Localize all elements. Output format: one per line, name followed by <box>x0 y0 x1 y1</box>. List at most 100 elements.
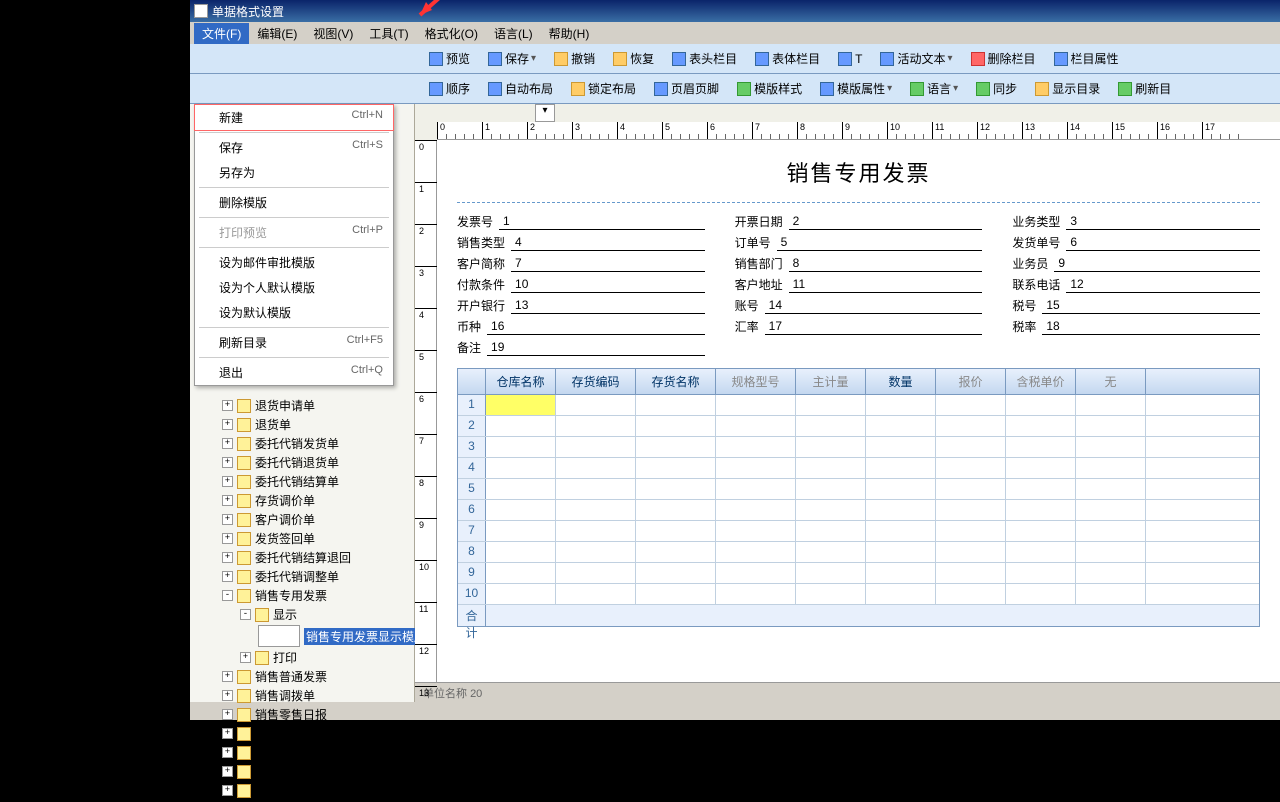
table-cell[interactable] <box>716 458 796 478</box>
tree-node[interactable]: +代垫费用单 <box>192 724 412 743</box>
table-cell[interactable] <box>486 542 556 562</box>
toolbar-btn[interactable]: 活动文本▾ <box>873 47 959 70</box>
table-cell[interactable] <box>1076 521 1146 541</box>
tree-node[interactable]: +退货单 <box>192 415 412 434</box>
form-field[interactable]: 发票号1 <box>457 213 705 230</box>
form-field[interactable]: 税号15 <box>1012 297 1260 314</box>
table-cell[interactable] <box>486 584 556 604</box>
field-value[interactable]: 4 <box>511 235 705 251</box>
table-cell[interactable] <box>1076 416 1146 436</box>
toolbar-btn[interactable]: 模版属性▾ <box>813 77 899 100</box>
tree-expander[interactable]: + <box>222 495 233 506</box>
toolbar-btn[interactable]: 删除栏目 <box>964 47 1043 70</box>
table-cell[interactable] <box>866 437 936 457</box>
table-cell[interactable] <box>556 521 636 541</box>
table-cell[interactable] <box>866 395 936 415</box>
table-row[interactable]: 1 <box>458 395 1259 416</box>
table-row[interactable]: 6 <box>458 500 1259 521</box>
toolbar-btn[interactable]: 锁定布局 <box>564 77 643 100</box>
tree-node[interactable]: +委托代销结算退回 <box>192 548 412 567</box>
column-header[interactable]: 规格型号 <box>716 369 796 394</box>
table-cell[interactable] <box>936 416 1006 436</box>
table-cell[interactable] <box>1076 437 1146 457</box>
toolbar-btn[interactable]: 保存▾ <box>481 47 543 70</box>
table-cell[interactable] <box>486 500 556 520</box>
table-cell[interactable] <box>796 563 866 583</box>
table-cell[interactable] <box>1006 416 1076 436</box>
tree-node[interactable]: +委托代销发货单 <box>192 434 412 453</box>
tree-expander[interactable]: + <box>222 766 233 777</box>
toolbar-btn[interactable]: 语言▾ <box>903 77 965 100</box>
file-menu-item[interactable]: 设为个人默认模版 <box>195 275 393 300</box>
tree-node[interactable]: +委托代销结算单 <box>192 472 412 491</box>
toolbar-btn[interactable]: 表头栏目 <box>665 47 744 70</box>
column-header[interactable]: 数量 <box>866 369 936 394</box>
tree-node[interactable]: +客户调价单 <box>192 510 412 529</box>
table-cell[interactable] <box>866 542 936 562</box>
table-cell[interactable] <box>936 437 1006 457</box>
table-cell[interactable] <box>1006 521 1076 541</box>
form-field[interactable]: 发货单号6 <box>1012 234 1260 251</box>
zoom-dropdown[interactable]: ▾ <box>535 104 555 122</box>
tree-node[interactable]: -销售专用发票 <box>192 586 412 605</box>
table-cell[interactable] <box>636 542 716 562</box>
form-field[interactable]: 业务类型3 <box>1012 213 1260 230</box>
table-row[interactable]: 8 <box>458 542 1259 563</box>
column-header[interactable]: 主计量 <box>796 369 866 394</box>
tree-node[interactable]: +存货调价单 <box>192 491 412 510</box>
tree-expander[interactable]: + <box>240 652 251 663</box>
tree-expander[interactable]: + <box>222 514 233 525</box>
table-cell[interactable] <box>556 458 636 478</box>
tree-node[interactable]: +包装物租借登记 <box>192 762 412 781</box>
tree-expander[interactable]: + <box>222 552 233 563</box>
form-field[interactable]: 销售部门8 <box>735 255 983 272</box>
toolbar-btn[interactable]: 恢复 <box>606 47 661 70</box>
tree-expander[interactable]: + <box>222 419 233 430</box>
table-cell[interactable] <box>866 458 936 478</box>
table-cell[interactable] <box>486 437 556 457</box>
file-menu-item[interactable]: 新建Ctrl+N <box>194 104 394 131</box>
table-cell[interactable] <box>636 458 716 478</box>
table-cell[interactable] <box>716 563 796 583</box>
field-value[interactable]: 14 <box>765 298 983 314</box>
form-field[interactable]: 税率18 <box>1012 318 1260 335</box>
column-header[interactable] <box>458 369 486 394</box>
document-canvas[interactable]: 销售专用发票 发票号1开票日期2业务类型3销售类型4订单号5发货单号6客户简称7… <box>437 140 1280 682</box>
table-cell[interactable] <box>636 521 716 541</box>
table-cell[interactable] <box>556 395 636 415</box>
column-header[interactable]: 无 <box>1076 369 1146 394</box>
toolbar-btn[interactable]: 顺序 <box>422 77 477 100</box>
menu-lang[interactable]: 语言(L) <box>486 23 541 44</box>
menu-file[interactable]: 文件(F) <box>194 23 249 44</box>
field-value[interactable]: 7 <box>511 256 705 272</box>
field-value[interactable]: 10 <box>511 277 705 293</box>
table-cell[interactable] <box>936 500 1006 520</box>
form-field[interactable]: 销售类型4 <box>457 234 705 251</box>
table-cell[interactable] <box>716 437 796 457</box>
table-cell[interactable] <box>1006 500 1076 520</box>
table-cell[interactable] <box>1076 542 1146 562</box>
file-menu-item[interactable]: 另存为 <box>195 160 393 185</box>
tree-expander[interactable]: + <box>222 438 233 449</box>
table-cell[interactable] <box>866 521 936 541</box>
tree-expander[interactable]: - <box>222 590 233 601</box>
toolbar-btn[interactable]: 显示目录 <box>1028 77 1107 100</box>
table-cell[interactable] <box>636 416 716 436</box>
table-cell[interactable] <box>796 437 866 457</box>
form-field[interactable]: 客户地址11 <box>735 276 983 293</box>
table-cell[interactable] <box>486 458 556 478</box>
form-field[interactable]: 联系电话12 <box>1012 276 1260 293</box>
column-header[interactable]: 存货编码 <box>556 369 636 394</box>
field-value[interactable]: 11 <box>789 277 983 293</box>
file-menu-item[interactable]: 保存Ctrl+S <box>195 135 393 160</box>
tree-node[interactable]: -显示 <box>192 605 412 624</box>
table-cell[interactable] <box>716 500 796 520</box>
table-cell[interactable] <box>486 563 556 583</box>
table-row[interactable]: 4 <box>458 458 1259 479</box>
file-menu-item[interactable]: 设为邮件审批模版 <box>195 250 393 275</box>
toolbar-btn[interactable]: 同步 <box>969 77 1024 100</box>
tree-node[interactable]: +发货签回单 <box>192 529 412 548</box>
form-field[interactable]: 客户简称7 <box>457 255 705 272</box>
tree-expander[interactable]: + <box>222 747 233 758</box>
table-cell[interactable] <box>866 416 936 436</box>
